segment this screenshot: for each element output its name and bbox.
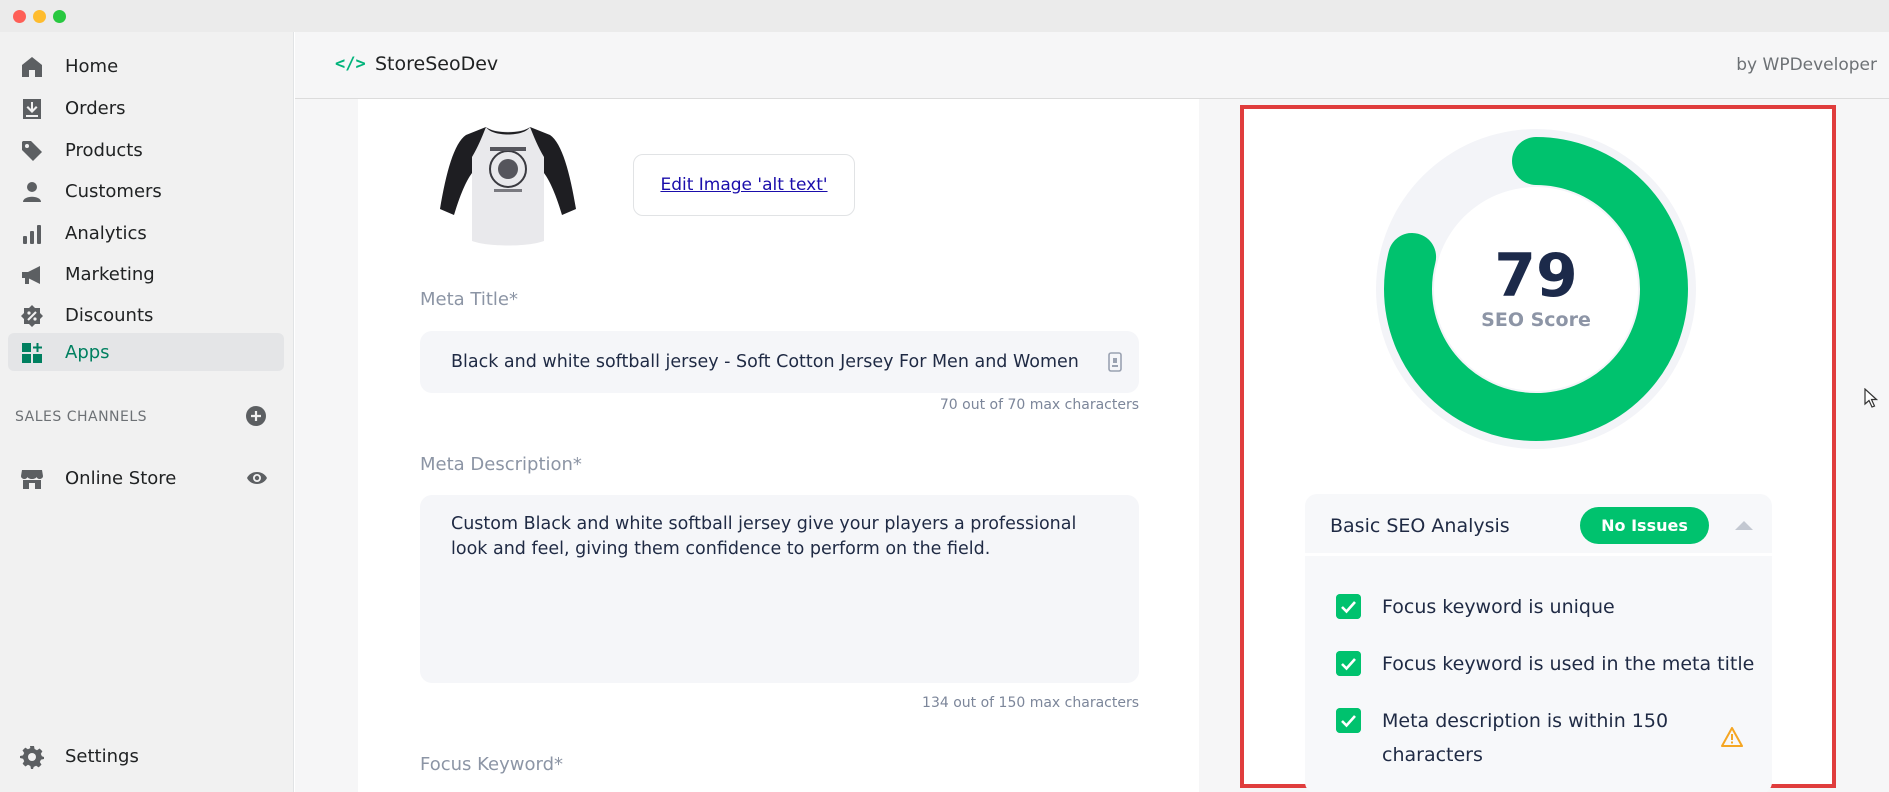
copy-icon[interactable] bbox=[1108, 352, 1122, 372]
sidebar-item-orders[interactable]: Orders bbox=[8, 89, 284, 127]
sidebar-item-label: Home bbox=[65, 56, 119, 77]
store-icon bbox=[21, 470, 43, 489]
seo-score-value: 79 bbox=[1494, 241, 1578, 311]
minimize-window-button[interactable] bbox=[33, 10, 46, 23]
discount-icon bbox=[21, 305, 43, 327]
seo-editor-panel: Edit Image 'alt text' Meta Title* Black … bbox=[358, 99, 1199, 792]
sidebar-item-label: Orders bbox=[65, 98, 126, 119]
home-icon bbox=[22, 57, 42, 77]
collapse-caret-icon[interactable] bbox=[1735, 521, 1753, 530]
mouse-cursor-icon bbox=[1864, 388, 1878, 408]
sidebar-item-label: Apps bbox=[65, 342, 110, 363]
add-sales-channel-icon[interactable] bbox=[245, 405, 267, 427]
eye-icon[interactable] bbox=[246, 469, 268, 487]
gear-icon bbox=[20, 746, 44, 769]
sidebar-item-label: Customers bbox=[65, 181, 162, 202]
sidebar-item-products[interactable]: Products bbox=[8, 131, 284, 169]
analysis-header[interactable]: Basic SEO Analysis No Issues bbox=[1305, 494, 1772, 556]
sidebar-item-label: Marketing bbox=[65, 264, 155, 285]
sidebar-item-label: Settings bbox=[65, 746, 139, 767]
meta-title-value: Black and white softball jersey - Soft C… bbox=[451, 352, 1079, 372]
sidebar-item-analytics[interactable]: Analytics bbox=[8, 214, 284, 252]
check-item-text: Focus keyword is used in the meta title bbox=[1382, 653, 1755, 675]
sidebar-item-apps[interactable]: Apps bbox=[8, 333, 284, 371]
sidebar-item-label: Products bbox=[65, 140, 143, 161]
sidebar-item-label: Online Store bbox=[65, 468, 177, 489]
sidebar-item-home[interactable]: Home bbox=[8, 47, 284, 85]
seo-score-panel: 79 SEO Score Basic SEO Analysis No Issue… bbox=[1240, 105, 1836, 792]
warning-icon bbox=[1721, 727, 1743, 747]
checkbox-checked-icon[interactable] bbox=[1336, 708, 1361, 733]
tag-icon bbox=[22, 141, 42, 161]
apps-icon bbox=[22, 343, 42, 363]
meta-description-label: Meta Description* bbox=[420, 454, 582, 475]
meta-title-input[interactable]: Black and white softball jersey - Soft C… bbox=[420, 331, 1139, 393]
basic-seo-analysis-card: Basic SEO Analysis No Issues Focus keywo… bbox=[1305, 494, 1772, 792]
bar-chart-icon bbox=[23, 225, 41, 244]
code-brackets-icon: </> bbox=[335, 54, 366, 74]
megaphone-icon bbox=[22, 266, 40, 284]
sidebar-item-marketing[interactable]: Marketing bbox=[8, 255, 284, 293]
check-item-text: Focus keyword is unique bbox=[1382, 596, 1615, 618]
seo-score-label: SEO Score bbox=[1481, 309, 1591, 331]
meta-title-label: Meta Title* bbox=[420, 289, 518, 310]
sales-channels-title: SALES CHANNELS bbox=[15, 409, 148, 425]
sidebar-item-customers[interactable]: Customers bbox=[8, 172, 284, 210]
sidebar-item-label: Analytics bbox=[65, 223, 147, 244]
sidebar-item-label: Discounts bbox=[65, 305, 154, 326]
app-name: StoreSeoDev bbox=[375, 53, 499, 75]
sidebar-item-settings[interactable]: Settings bbox=[8, 737, 284, 775]
sidebar-item-online-store[interactable]: Online Store bbox=[8, 459, 284, 497]
focus-keyword-label: Focus Keyword* bbox=[420, 754, 564, 775]
checkbox-checked-icon[interactable] bbox=[1336, 594, 1361, 619]
sidebar: Home Orders Products Customers Analytics… bbox=[0, 32, 294, 792]
meta-title-counter: 70 out of 70 max characters bbox=[939, 397, 1139, 413]
status-badge: No Issues bbox=[1580, 507, 1709, 544]
check-item-text: characters bbox=[1382, 744, 1483, 766]
window-titlebar bbox=[0, 0, 1889, 32]
developer-byline: by WPDeveloper bbox=[1736, 55, 1877, 75]
product-image bbox=[440, 127, 576, 246]
meta-description-value: Custom Black and white softball jersey g… bbox=[451, 514, 1077, 559]
analysis-title: Basic SEO Analysis bbox=[1330, 515, 1510, 537]
check-item-text: Meta description is within 150 bbox=[1382, 710, 1669, 732]
edit-alt-text-button[interactable]: Edit Image 'alt text' bbox=[633, 154, 855, 216]
sidebar-item-discounts[interactable]: Discounts bbox=[8, 296, 284, 334]
close-window-button[interactable] bbox=[13, 10, 26, 23]
meta-description-counter: 134 out of 150 max characters bbox=[922, 695, 1139, 711]
orders-icon bbox=[23, 99, 41, 119]
meta-description-textarea[interactable]: Custom Black and white softball jersey g… bbox=[420, 495, 1139, 683]
zoom-window-button[interactable] bbox=[53, 10, 66, 23]
app-header: </> StoreSeoDev by WPDeveloper bbox=[295, 32, 1889, 99]
checkbox-checked-icon[interactable] bbox=[1336, 651, 1361, 676]
person-icon bbox=[23, 182, 41, 202]
